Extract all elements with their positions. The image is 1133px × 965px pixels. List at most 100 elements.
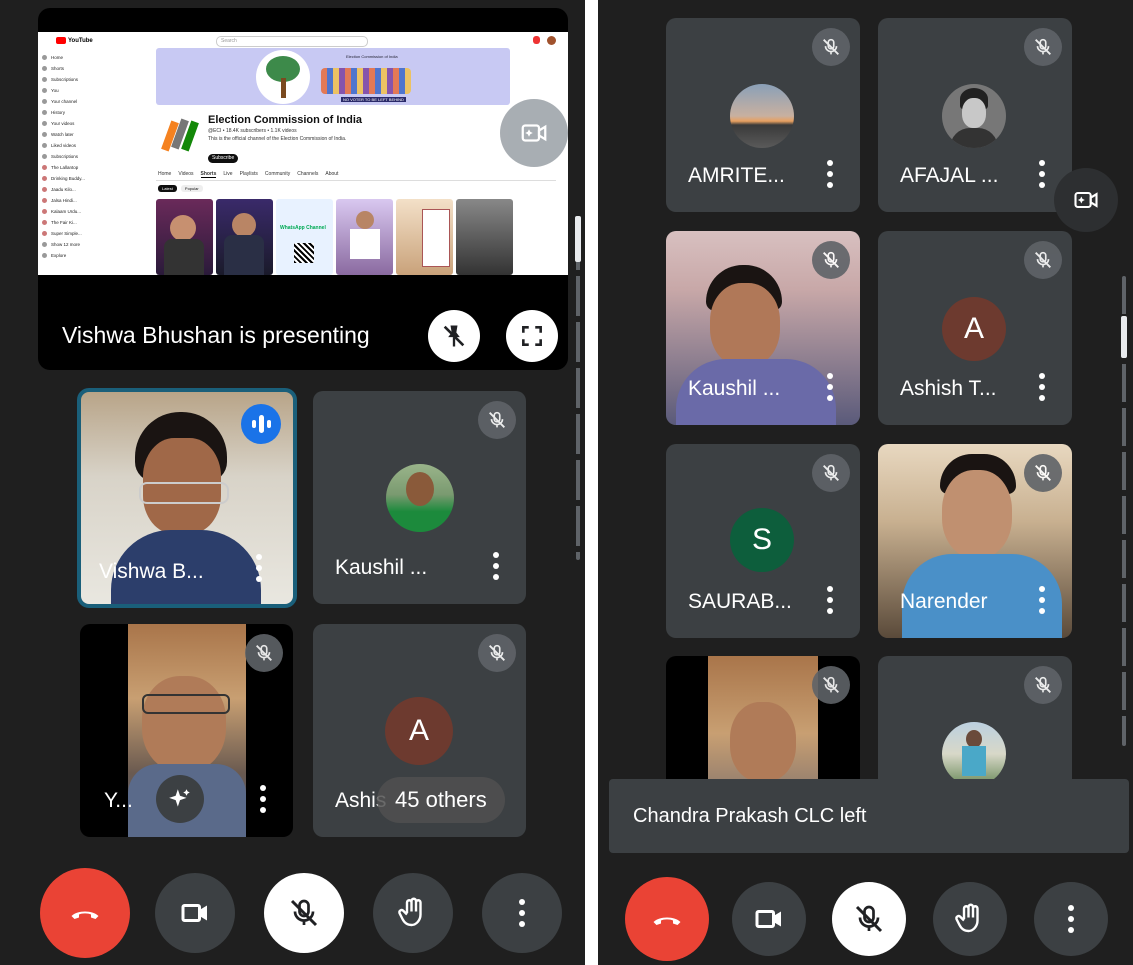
youtube-logo: YouTube	[56, 37, 93, 44]
youtube-sidebar-item: Kalaam Urdu...	[42, 206, 142, 217]
more-options-icon[interactable]	[1038, 160, 1046, 188]
more-options-button[interactable]	[482, 873, 562, 953]
sidebar-item-label: Shorts	[51, 66, 65, 71]
youtube-sidebar-item: Explore	[42, 250, 142, 261]
camera-effects-icon[interactable]	[500, 99, 568, 167]
sidebar-item-label: Watch later	[51, 132, 74, 137]
participant-tile-kaushil-video[interactable]: Kaushil ...	[666, 231, 860, 425]
subscribe-button: Subscribe	[208, 154, 239, 163]
channel-tab: Community	[264, 171, 291, 177]
more-options-icon[interactable]	[826, 586, 834, 614]
participant-tile-kaushil[interactable]: Kaushil ...	[313, 391, 526, 604]
eci-logo	[160, 117, 200, 157]
presenting-label: Vishwa Bhushan is presenting	[62, 322, 370, 348]
raise-hand-button[interactable]	[933, 882, 1007, 956]
sidebar-item-label: Jalsa Hindi...	[51, 198, 77, 203]
others-chip[interactable]: 45 others	[377, 777, 505, 823]
participant-name: Kaushil ...	[335, 556, 428, 579]
end-call-button[interactable]	[40, 868, 130, 958]
participant-tile-y[interactable]: Y...	[80, 624, 293, 837]
youtube-sidebar-item: Jaadu Kilo...	[42, 184, 142, 195]
short-thumbnail: WhatsApp Channel	[276, 199, 333, 275]
participant-name: Vishwa B...	[99, 560, 204, 583]
left-meet-window: YouTube Search Home Shorts Subscriptions Yo…	[0, 0, 585, 965]
fullscreen-button[interactable]	[506, 310, 558, 362]
camera-icon	[181, 904, 207, 922]
mic-off-icon	[855, 905, 883, 933]
participant-tile-vishwa[interactable]: Vishwa B...	[77, 388, 297, 608]
sidebar-item-icon	[42, 242, 47, 247]
youtube-sidebar-item: History	[42, 107, 142, 118]
participant-tile-afajal[interactable]: AFAJAL ...	[878, 18, 1072, 212]
participant-tile-ashish-t[interactable]: A Ashish T...	[878, 231, 1072, 425]
unpin-button[interactable]	[428, 310, 480, 362]
scrollbar-thumb[interactable]	[1121, 316, 1127, 358]
mic-off-icon	[1024, 666, 1062, 704]
mic-off-icon	[812, 454, 850, 492]
scrollbar-track[interactable]	[576, 230, 580, 560]
end-call-button[interactable]	[625, 877, 709, 961]
banner-slogan: NO VOTER TO BE LEFT BEHIND	[341, 97, 406, 102]
sidebar-item-label: Explore	[51, 253, 67, 258]
participant-name: AMRITE...	[688, 164, 785, 187]
camera-effects-icon[interactable]	[1054, 168, 1118, 232]
more-options-icon[interactable]	[492, 552, 500, 580]
youtube-sidebar-item: Subscriptions	[42, 151, 142, 162]
more-options-icon[interactable]	[1038, 586, 1046, 614]
sidebar-item-icon	[42, 132, 47, 137]
fullscreen-icon	[522, 326, 542, 346]
more-options-icon[interactable]	[1038, 373, 1046, 401]
sparkle-effects-icon[interactable]	[156, 775, 204, 823]
mic-off-icon	[1024, 454, 1062, 492]
microphone-button[interactable]	[264, 873, 344, 953]
sidebar-item-icon	[42, 143, 47, 148]
more-options-icon[interactable]	[826, 160, 834, 188]
sidebar-item-icon	[42, 176, 47, 181]
mic-off-icon	[290, 899, 318, 927]
sidebar-item-label: You	[51, 88, 59, 93]
avatar: A	[942, 297, 1006, 361]
participant-tile-narender[interactable]: Narender	[878, 444, 1072, 638]
sidebar-item-label: Super Simple...	[51, 231, 82, 236]
short-thumbnail	[336, 199, 393, 275]
participant-tile-saurab[interactable]: S SAURAB...	[666, 444, 860, 638]
channel-tab: Playlists	[239, 171, 258, 177]
avatar	[942, 84, 1006, 148]
mic-off-icon	[478, 401, 516, 439]
more-options-icon[interactable]	[826, 373, 834, 401]
sidebar-item-label: Show 12 more	[51, 242, 81, 247]
channel-tab: Videos	[178, 171, 194, 177]
mic-off-icon	[812, 666, 850, 704]
youtube-sidebar-item: The Lallantop	[42, 162, 142, 173]
youtube-sidebar-item: Subscriptions	[42, 74, 142, 85]
more-options-icon[interactable]	[259, 785, 267, 813]
sidebar-item-label: Drinking Buddy...	[51, 176, 85, 181]
youtube-sidebar: Home Shorts Subscriptions You Your channel Hi…	[42, 52, 142, 275]
sidebar-item-icon	[42, 154, 47, 159]
mic-off-icon	[1024, 241, 1062, 279]
camera-button[interactable]	[155, 873, 235, 953]
participant-name: SAURAB...	[688, 590, 792, 613]
youtube-sidebar-item: You	[42, 85, 142, 96]
tree-logo-icon	[256, 50, 310, 104]
participant-tile-ashish[interactable]: A Ashis 45 others	[313, 624, 526, 837]
more-options-button[interactable]	[1034, 882, 1108, 956]
sidebar-item-icon	[42, 55, 47, 60]
participant-tile-amrite[interactable]: AMRITE...	[666, 18, 860, 212]
channel-tab: Home	[158, 171, 172, 177]
people-illustration	[321, 68, 411, 94]
sidebar-item-label: The Lallantop	[51, 165, 79, 170]
channel-tab: Shorts	[200, 171, 217, 178]
raise-hand-button[interactable]	[373, 873, 453, 953]
scrollbar-thumb[interactable]	[575, 216, 581, 262]
banner-org-text: Election Commission of India	[346, 54, 398, 59]
sidebar-item-label: History	[51, 110, 66, 115]
microphone-button[interactable]	[832, 882, 906, 956]
more-options-icon[interactable]	[255, 554, 263, 582]
mic-off-icon	[478, 634, 516, 672]
right-meet-window: AMRITE... AFAJAL ... Kaushil ... A Ashis…	[598, 0, 1133, 965]
participant-name: Y...	[104, 789, 133, 812]
camera-button[interactable]	[732, 882, 806, 956]
channel-tabs: Home Videos Shorts Live Playlists Community Ch…	[158, 171, 338, 178]
filter-chip: Latest	[158, 185, 177, 192]
